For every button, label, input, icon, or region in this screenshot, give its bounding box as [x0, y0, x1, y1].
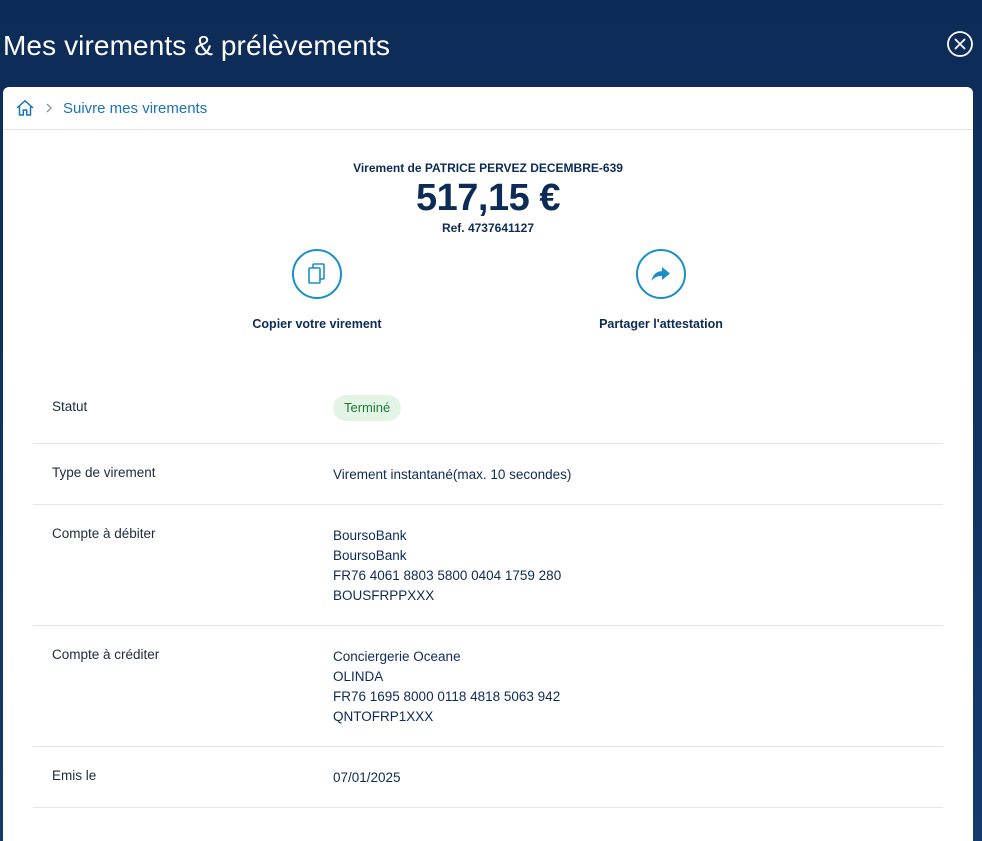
home-icon[interactable]	[15, 98, 35, 118]
page-title: Mes virements & prélèvements	[3, 30, 391, 61]
detail-row-debit-account: Compte à débiter BoursoBank BoursoBank F…	[33, 505, 943, 626]
share-certificate-label: Partager l'attestation	[599, 317, 723, 331]
debit-iban: FR76 4061 8803 5800 0404 1759 280	[333, 568, 562, 583]
debit-account-holder: BoursoBank	[333, 548, 407, 563]
close-icon[interactable]	[946, 30, 974, 58]
copy-transfer-button[interactable]: Copier votre virement	[217, 249, 417, 331]
date-value: 07/01/2025	[333, 770, 401, 785]
share-certificate-button[interactable]: Partager l'attestation	[561, 249, 761, 331]
breadcrumb-current[interactable]: Suivre mes virements	[63, 100, 207, 117]
detail-row-status: Statut Terminé	[33, 365, 943, 444]
debit-bank-name: BoursoBank	[333, 528, 407, 543]
detail-row-credit-account: Compte à créditer Conciergerie Oceane OL…	[33, 626, 943, 747]
transfer-amount: 517,15 €	[416, 177, 560, 219]
type-value: Virement instantané(max. 10 secondes)	[333, 467, 572, 482]
debit-account-key: Compte à débiter	[52, 526, 156, 541]
breadcrumb: Suivre mes virements	[3, 87, 973, 130]
credit-bank-name: OLINDA	[333, 669, 384, 684]
share-arrow-icon	[651, 267, 670, 281]
transfer-actions: Copier votre virement Partager l'attesta…	[3, 235, 973, 365]
date-key: Emis le	[52, 768, 97, 783]
status-badge: Terminé	[333, 395, 402, 421]
transfer-detail-panel: Suivre mes virements Virement de PATRICE…	[3, 87, 973, 841]
transfer-reference: Ref. 4737641127	[441, 221, 535, 235]
close-button[interactable]	[946, 30, 974, 58]
detail-row-date: Emis le 07/01/2025	[33, 747, 943, 808]
credit-iban: FR76 1695 8000 0118 4818 5063 942	[333, 689, 561, 704]
chevron-right-icon	[46, 103, 52, 113]
detail-row-type: Type de virement Virement instantané(max…	[33, 444, 943, 505]
credit-account-key: Compte à créditer	[52, 647, 160, 662]
type-key: Type de virement	[52, 465, 156, 480]
transfer-summary: Virement de PATRICE PERVEZ DECEMBRE-639 …	[3, 161, 973, 235]
copy-transfer-label: Copier votre virement	[252, 317, 382, 331]
debit-bic: BOUSFRPPXXX	[333, 588, 435, 603]
status-key: Statut	[52, 399, 88, 414]
credit-bic: QNTOFRP1XXX	[333, 709, 434, 724]
transfer-label: Virement de PATRICE PERVEZ DECEMBRE-639	[353, 161, 623, 175]
transfer-details: Statut Terminé Type de virement Virement…	[33, 365, 943, 808]
copy-icon	[308, 263, 325, 284]
credit-beneficiary: Conciergerie Oceane	[333, 649, 461, 664]
